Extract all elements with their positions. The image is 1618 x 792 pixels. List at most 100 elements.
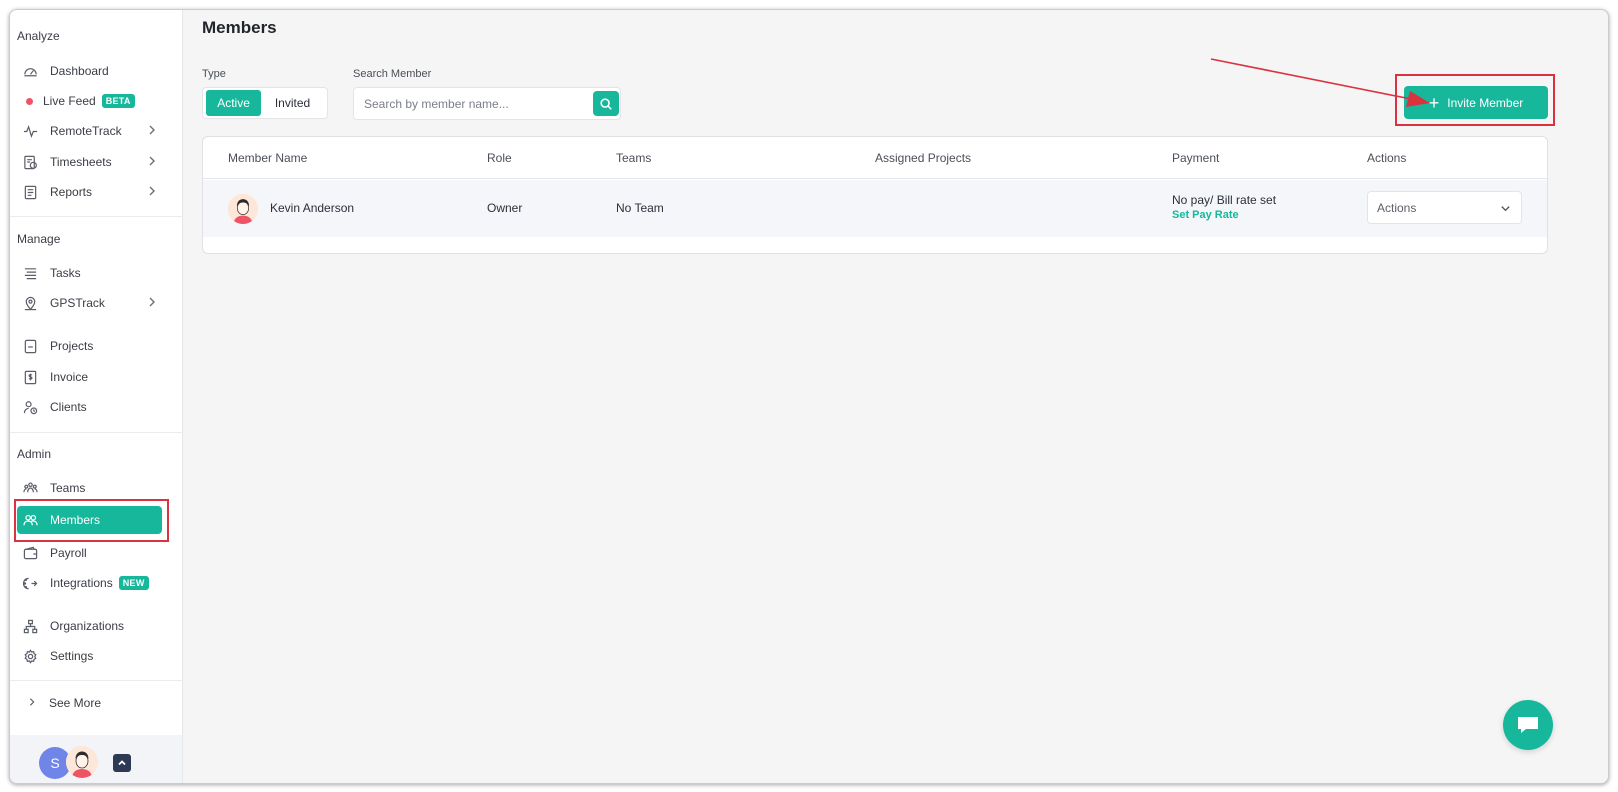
- sidebar-item-tasks[interactable]: Tasks: [17, 259, 162, 287]
- sidebar-divider: [10, 432, 182, 433]
- chevron-right-icon: [146, 124, 158, 136]
- location-icon: [22, 295, 38, 311]
- chevron-right-icon: [146, 155, 158, 167]
- sidebar-item-label: Integrations: [50, 576, 113, 590]
- chat-bubble-icon: [1518, 717, 1538, 733]
- person-avatar-icon: [228, 194, 258, 224]
- sidebar-item-teams[interactable]: Teams: [17, 474, 162, 502]
- chevron-down-icon: [1500, 203, 1511, 217]
- type-label: Type: [202, 68, 226, 80]
- sidebar-item-clients[interactable]: Clients: [17, 393, 162, 421]
- app-window: Analyze Dashboard Live Feed BETA RemoteT…: [9, 9, 1609, 784]
- chevron-right-icon: [27, 697, 37, 709]
- search-button[interactable]: [593, 91, 619, 116]
- chevron-up-icon: [118, 760, 126, 766]
- section-title-analyze: Analyze: [17, 29, 60, 43]
- live-dot-icon: [26, 97, 33, 105]
- actions-dropdown-value: Actions: [1377, 200, 1417, 215]
- teams-icon: [22, 480, 38, 496]
- person-avatar-icon: [66, 746, 98, 778]
- chevron-right-icon: [146, 296, 158, 308]
- actions-dropdown[interactable]: Actions: [1367, 191, 1522, 224]
- search-box: [353, 87, 621, 120]
- sidebar-divider: [10, 216, 182, 217]
- see-more-label: See More: [49, 696, 102, 710]
- see-more-link[interactable]: See More: [17, 689, 162, 717]
- sidebar-item-label: Settings: [50, 649, 94, 663]
- search-label: Search Member: [353, 68, 432, 80]
- section-title-manage: Manage: [17, 232, 61, 246]
- sidebar-item-integrations[interactable]: Integrations NEW: [17, 569, 162, 597]
- set-pay-rate-link[interactable]: Set Pay Rate: [1172, 209, 1239, 221]
- sidebar: Analyze Dashboard Live Feed BETA RemoteT…: [10, 10, 183, 783]
- org-icon: [22, 618, 38, 634]
- type-active-button[interactable]: Active: [206, 90, 262, 116]
- chat-support-button[interactable]: [1503, 700, 1553, 750]
- user-avatar[interactable]: [66, 746, 98, 778]
- search-icon: [600, 97, 612, 110]
- invoice-icon: [22, 369, 38, 385]
- sidebar-item-label: Clients: [50, 400, 87, 414]
- member-teams: No Team: [616, 201, 664, 215]
- sidebar-item-label: Live Feed: [43, 94, 96, 108]
- beta-badge: BETA: [101, 94, 135, 108]
- sidebar-item-timesheets[interactable]: Timesheets: [17, 148, 162, 176]
- new-badge: NEW: [118, 576, 149, 590]
- members-highlight-box: [14, 499, 169, 542]
- members-table: Member Name Role Teams Assigned Projects…: [202, 136, 1548, 254]
- sidebar-item-reports[interactable]: Reports: [17, 178, 162, 206]
- sidebar-item-label: GPSTrack: [50, 296, 105, 310]
- sidebar-item-remotetrack[interactable]: RemoteTrack: [17, 117, 162, 145]
- member-role: Owner: [487, 201, 523, 215]
- tasks-icon: [22, 265, 38, 281]
- timesheet-icon: [22, 154, 38, 170]
- sidebar-item-label: Organizations: [50, 619, 125, 633]
- member-payment: No pay/ Bill rate set: [1172, 193, 1277, 207]
- project-icon: [22, 338, 38, 354]
- integrations-icon: [22, 575, 38, 591]
- sidebar-item-label: Reports: [50, 185, 93, 199]
- type-invited-button[interactable]: Invited: [261, 90, 324, 116]
- report-icon: [22, 184, 38, 200]
- column-header-payment: Payment: [1172, 151, 1220, 165]
- column-header-assigned-projects: Assigned Projects: [875, 151, 972, 165]
- sidebar-item-organizations[interactable]: Organizations: [17, 612, 162, 640]
- expand-up-button[interactable]: [113, 754, 131, 772]
- sidebar-item-label: Invoice: [50, 370, 89, 384]
- sidebar-item-projects[interactable]: Projects: [17, 332, 162, 360]
- sidebar-item-label: Payroll: [50, 546, 87, 560]
- sidebar-item-gpstrack[interactable]: GPSTrack: [17, 289, 162, 317]
- sidebar-item-label: Dashboard: [50, 64, 109, 78]
- sidebar-item-label: RemoteTrack: [50, 124, 122, 138]
- sidebar-item-settings[interactable]: Settings: [17, 642, 162, 670]
- sidebar-divider: [10, 680, 182, 681]
- sidebar-item-payroll[interactable]: Payroll: [17, 539, 162, 567]
- table-header: Member Name Role Teams Assigned Projects…: [203, 137, 1547, 179]
- member-avatar: [228, 194, 258, 224]
- page-title: Members: [202, 18, 277, 37]
- sidebar-footer: S: [10, 735, 182, 783]
- member-name: Kevin Anderson: [270, 201, 355, 215]
- section-title-admin: Admin: [17, 447, 52, 461]
- type-toggle: Active Invited: [202, 87, 328, 119]
- sidebar-item-live-feed[interactable]: Live Feed BETA: [17, 87, 162, 115]
- main-content: Members Type Active Invited Search Membe…: [184, 10, 1608, 783]
- invite-highlight-box: [1395, 74, 1555, 126]
- wallet-icon: [22, 545, 38, 561]
- gear-icon: [22, 648, 38, 664]
- sidebar-item-invoice[interactable]: Invoice: [17, 363, 162, 391]
- gauge-icon: [22, 63, 38, 79]
- column-header-actions: Actions: [1367, 151, 1407, 165]
- column-header-role: Role: [487, 151, 512, 165]
- sidebar-item-label: Teams: [50, 481, 86, 495]
- sidebar-item-label: Projects: [50, 339, 94, 353]
- activity-icon: [22, 123, 38, 139]
- sidebar-item-label: Tasks: [50, 266, 81, 280]
- chevron-right-icon: [146, 185, 158, 197]
- column-header-member-name: Member Name: [228, 151, 308, 165]
- sidebar-item-label: Timesheets: [50, 155, 112, 169]
- search-input[interactable]: [354, 88, 592, 119]
- clients-icon: [22, 399, 38, 415]
- table-row[interactable]: Kevin Anderson Owner No Team No pay/ Bil…: [203, 180, 1547, 237]
- sidebar-item-dashboard[interactable]: Dashboard: [17, 57, 162, 85]
